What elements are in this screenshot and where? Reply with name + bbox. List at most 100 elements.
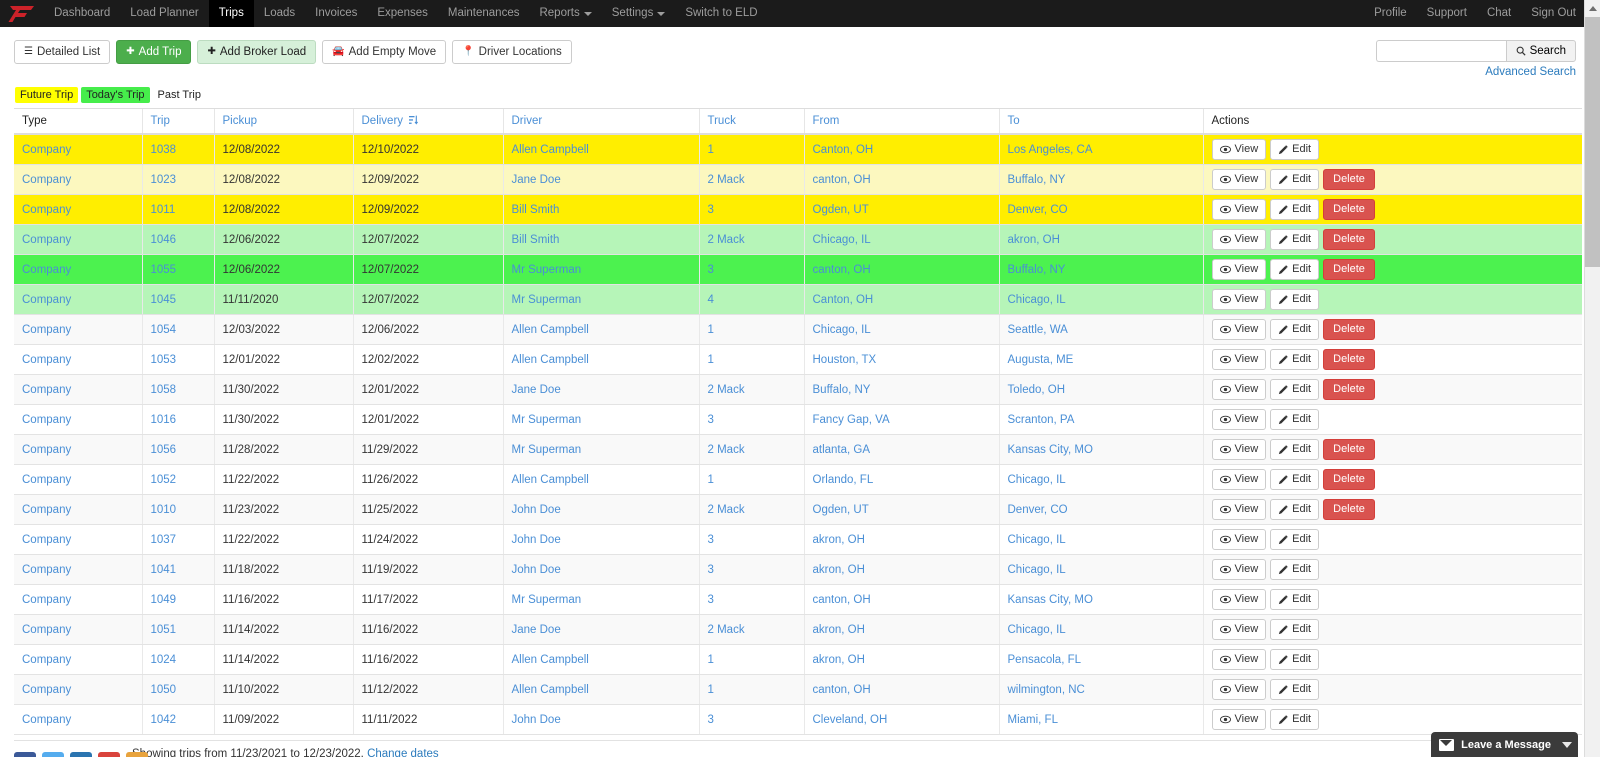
delete-button[interactable]: Delete xyxy=(1323,259,1375,280)
change-dates-link[interactable]: Change dates xyxy=(367,748,439,757)
rss-icon[interactable] xyxy=(126,752,148,757)
table-row[interactable]: Company101611/30/202212/01/2022Mr Superm… xyxy=(14,405,1582,435)
add-broker-load-button[interactable]: ✚ Add Broker Load xyxy=(197,40,316,64)
view-button[interactable]: View xyxy=(1212,649,1267,670)
table-row[interactable]: Company104111/18/202211/19/2022John Doe3… xyxy=(14,555,1582,585)
brand-logo[interactable] xyxy=(0,0,44,27)
table-row[interactable]: Company104911/16/202211/17/2022Mr Superm… xyxy=(14,585,1582,615)
view-button[interactable]: View xyxy=(1212,199,1267,220)
edit-button[interactable]: Edit xyxy=(1270,709,1319,730)
view-button[interactable]: View xyxy=(1212,319,1267,340)
delete-button[interactable]: Delete xyxy=(1323,469,1375,490)
edit-button[interactable]: Edit xyxy=(1270,589,1319,610)
edit-button[interactable]: Edit xyxy=(1270,229,1319,250)
nav-item-switch-to-eld[interactable]: Switch to ELD xyxy=(675,0,767,27)
facebook-icon[interactable] xyxy=(14,752,36,757)
delete-button[interactable]: Delete xyxy=(1323,319,1375,340)
table-row[interactable]: Company105412/03/202212/06/2022Allen Cam… xyxy=(14,315,1582,345)
table-row[interactable]: Company104612/06/202212/07/2022Bill Smit… xyxy=(14,225,1582,255)
edit-button[interactable]: Edit xyxy=(1270,349,1319,370)
edit-button[interactable]: Edit xyxy=(1270,259,1319,280)
add-empty-move-button[interactable]: 🚘 Add Empty Move xyxy=(322,40,446,64)
view-button[interactable]: View xyxy=(1212,139,1267,160)
table-row[interactable]: Company105512/06/202212/07/2022Mr Superm… xyxy=(14,255,1582,285)
edit-button[interactable]: Edit xyxy=(1270,199,1319,220)
table-row[interactable]: Company105211/22/202211/26/2022Allen Cam… xyxy=(14,465,1582,495)
nav-item-sign-out[interactable]: Sign Out xyxy=(1521,0,1586,27)
edit-button[interactable]: Edit xyxy=(1270,529,1319,550)
nav-item-profile[interactable]: Profile xyxy=(1364,0,1417,27)
search-input[interactable] xyxy=(1376,40,1506,62)
col-header-type[interactable]: Type xyxy=(14,109,142,135)
table-row[interactable]: Company102411/14/202211/16/2022Allen Cam… xyxy=(14,645,1582,675)
edit-button[interactable]: Edit xyxy=(1270,469,1319,490)
youtube-icon[interactable] xyxy=(98,752,120,757)
table-row[interactable]: Company105811/30/202212/01/2022Jane Doe2… xyxy=(14,375,1582,405)
nav-item-settings[interactable]: Settings xyxy=(602,0,676,27)
page-scrollbar[interactable] xyxy=(1584,0,1600,757)
scrollbar-up-arrow[interactable] xyxy=(1585,0,1600,17)
view-button[interactable]: View xyxy=(1212,529,1267,550)
nav-item-reports[interactable]: Reports xyxy=(529,0,601,27)
delete-button[interactable]: Delete xyxy=(1323,439,1375,460)
col-header-to[interactable]: To xyxy=(999,109,1203,135)
edit-button[interactable]: Edit xyxy=(1270,439,1319,460)
delete-button[interactable]: Delete xyxy=(1323,229,1375,250)
nav-item-chat[interactable]: Chat xyxy=(1477,0,1521,27)
delete-button[interactable]: Delete xyxy=(1323,349,1375,370)
table-row[interactable]: Company103812/08/202212/10/2022Allen Cam… xyxy=(14,134,1582,165)
edit-button[interactable]: Edit xyxy=(1270,649,1319,670)
add-trip-button[interactable]: ✚ Add Trip xyxy=(116,40,191,64)
col-header-delivery[interactable]: Delivery xyxy=(353,109,503,135)
tab-future-trip[interactable]: Future Trip xyxy=(15,87,78,103)
tab-todays-trip[interactable]: Today's Trip xyxy=(81,87,149,103)
nav-item-support[interactable]: Support xyxy=(1417,0,1477,27)
table-row[interactable]: Company102312/08/202212/09/2022Jane Doe2… xyxy=(14,165,1582,195)
view-button[interactable]: View xyxy=(1212,169,1267,190)
col-header-from[interactable]: From xyxy=(804,109,999,135)
view-button[interactable]: View xyxy=(1212,259,1267,280)
edit-button[interactable]: Edit xyxy=(1270,139,1319,160)
nav-item-dashboard[interactable]: Dashboard xyxy=(44,0,120,27)
view-button[interactable]: View xyxy=(1212,499,1267,520)
view-button[interactable]: View xyxy=(1212,679,1267,700)
table-row[interactable]: Company105312/01/202212/02/2022Allen Cam… xyxy=(14,345,1582,375)
view-button[interactable]: View xyxy=(1212,469,1267,490)
nav-item-expenses[interactable]: Expenses xyxy=(367,0,438,27)
nav-item-load-planner[interactable]: Load Planner xyxy=(120,0,208,27)
edit-button[interactable]: Edit xyxy=(1270,559,1319,580)
nav-item-loads[interactable]: Loads xyxy=(254,0,305,27)
edit-button[interactable]: Edit xyxy=(1270,289,1319,310)
table-row[interactable]: Company104511/11/202012/07/2022Mr Superm… xyxy=(14,285,1582,315)
leave-a-message-widget[interactable]: Leave a Message xyxy=(1431,732,1578,757)
nav-item-maintenances[interactable]: Maintenances xyxy=(438,0,530,27)
view-button[interactable]: View xyxy=(1212,559,1267,580)
delete-button[interactable]: Delete xyxy=(1323,379,1375,400)
detailed-list-button[interactable]: ☰ Detailed List xyxy=(14,40,110,64)
chevron-down-icon[interactable] xyxy=(1562,742,1572,748)
col-header-pickup[interactable]: Pickup xyxy=(214,109,353,135)
col-header-trip[interactable]: Trip xyxy=(142,109,214,135)
twitter-icon[interactable] xyxy=(42,752,64,757)
delete-button[interactable]: Delete xyxy=(1323,199,1375,220)
col-header-driver[interactable]: Driver xyxy=(503,109,699,135)
driver-locations-button[interactable]: 📍 Driver Locations xyxy=(452,40,572,64)
table-row[interactable]: Company105011/10/202211/12/2022Allen Cam… xyxy=(14,675,1582,705)
table-row[interactable]: Company104211/09/202211/11/2022John Doe3… xyxy=(14,705,1582,735)
search-button[interactable]: Search xyxy=(1506,40,1576,62)
view-button[interactable]: View xyxy=(1212,409,1267,430)
delete-button[interactable]: Delete xyxy=(1323,169,1375,190)
view-button[interactable]: View xyxy=(1212,289,1267,310)
view-button[interactable]: View xyxy=(1212,229,1267,250)
view-button[interactable]: View xyxy=(1212,349,1267,370)
col-header-truck[interactable]: Truck xyxy=(699,109,804,135)
view-button[interactable]: View xyxy=(1212,379,1267,400)
nav-item-invoices[interactable]: Invoices xyxy=(305,0,367,27)
linkedin-icon[interactable] xyxy=(70,752,92,757)
edit-button[interactable]: Edit xyxy=(1270,319,1319,340)
table-row[interactable]: Company105611/28/202211/29/2022Mr Superm… xyxy=(14,435,1582,465)
delete-button[interactable]: Delete xyxy=(1323,499,1375,520)
tab-past-trip[interactable]: Past Trip xyxy=(153,87,206,103)
edit-button[interactable]: Edit xyxy=(1270,169,1319,190)
table-row[interactable]: Company105111/14/202211/16/2022Jane Doe2… xyxy=(14,615,1582,645)
